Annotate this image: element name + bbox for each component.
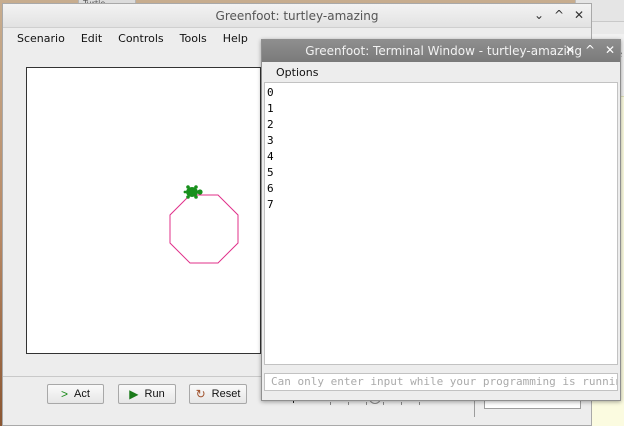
menu-scenario[interactable]: Scenario (9, 32, 73, 45)
play-icon: ▶ (129, 387, 139, 401)
octagon-path (169, 194, 239, 264)
terminal-titlebar: Greenfoot: Terminal Window - turtley-ama… (262, 40, 620, 62)
terminal-title: Greenfoot: Terminal Window - turtley-ama… (305, 44, 582, 58)
world-drawing (169, 185, 239, 264)
menu-edit[interactable]: Edit (73, 32, 110, 45)
minimize-icon[interactable]: ✕ (564, 43, 576, 57)
menu-help[interactable]: Help (215, 32, 256, 45)
maximize-icon[interactable]: ^ (553, 8, 565, 22)
act-arrow-icon: > (61, 387, 69, 401)
output-line: 5 (267, 166, 274, 179)
terminal-menubar: Options (262, 62, 620, 82)
turtle-icon[interactable] (183, 185, 203, 199)
menu-options[interactable]: Options (276, 66, 318, 79)
output-line: 7 (267, 198, 274, 211)
output-line: 0 (267, 86, 274, 99)
terminal-window: Greenfoot: Terminal Window - turtley-ama… (261, 39, 621, 401)
maximize-icon[interactable]: ^ (584, 43, 596, 57)
menu-controls[interactable]: Controls (110, 32, 172, 45)
terminal-window-controls: ✕ ^ ✕ (564, 43, 616, 57)
menu-tools[interactable]: Tools (172, 32, 215, 45)
close-icon[interactable]: ✕ (604, 43, 616, 57)
reset-icon: ↻ (195, 387, 206, 401)
terminal-output[interactable]: 0 1 2 3 4 5 6 7 (264, 82, 618, 365)
act-label: Act (74, 388, 90, 400)
terminal-input[interactable]: Can only enter input while your programm… (264, 373, 618, 391)
dropdown-icon[interactable]: ⌄ (533, 8, 545, 22)
output-line: 2 (267, 118, 274, 131)
act-button[interactable]: > Act (47, 384, 104, 404)
output-line: 3 (267, 134, 274, 147)
run-label: Run (144, 388, 165, 400)
close-icon[interactable]: ✕ (573, 8, 585, 22)
output-line: 6 (267, 182, 274, 195)
main-window-title: Greenfoot: turtley-amazing (215, 9, 379, 23)
world-canvas[interactable] (26, 67, 261, 354)
output-line: 4 (267, 150, 274, 163)
main-window-controls: ⌄ ^ ✕ (533, 8, 585, 22)
main-titlebar: Greenfoot: turtley-amazing ⌄ ^ ✕ (3, 4, 591, 28)
output-line: 1 (267, 102, 274, 115)
reset-label: Reset (211, 388, 241, 400)
reset-button[interactable]: ↻ Reset (189, 384, 247, 404)
run-button[interactable]: ▶ Run (118, 384, 176, 404)
